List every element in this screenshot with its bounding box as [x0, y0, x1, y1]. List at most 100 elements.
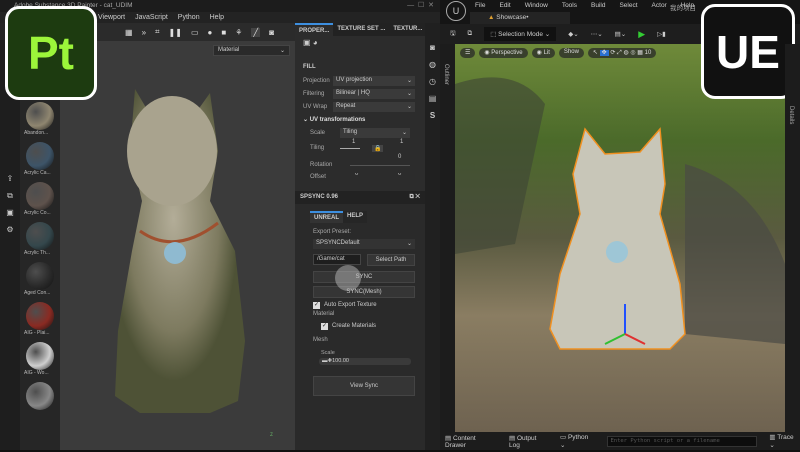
material-thumbnail[interactable]: [26, 342, 54, 370]
tab-help[interactable]: HELP: [343, 211, 368, 223]
outliner-tab[interactable]: Outliner: [443, 64, 449, 85]
perspective-button[interactable]: ◉ Perspective: [479, 48, 528, 58]
projection-dropdown[interactable]: UV projection ⌄: [333, 75, 415, 86]
grid-icon[interactable]: ▦: [125, 28, 133, 37]
filtering-dropdown[interactable]: Bilinear | HQ ⌄: [333, 88, 415, 99]
forward-icon[interactable]: »: [142, 28, 146, 37]
sync-mesh-button[interactable]: SYNC(Mesh): [313, 286, 415, 298]
material-thumbnail[interactable]: [26, 382, 54, 410]
cat-model: z: [115, 89, 273, 438]
path-input[interactable]: /Game/cat: [313, 254, 361, 265]
save-icon[interactable]: 🖫: [450, 29, 456, 40]
fill-icons[interactable]: ▣ ◕: [295, 36, 425, 50]
viewport-menu-icon[interactable]: ☰: [460, 48, 476, 58]
material-thumbnail[interactable]: [26, 262, 54, 290]
tab-texture-set[interactable]: TEXTURE SET ...: [333, 23, 389, 36]
sphere-icon[interactable]: ●: [208, 28, 213, 37]
right-panel-strip: ◙ ◍ ◷ ▤ S: [425, 23, 440, 450]
content-drawer-button[interactable]: ▤ Content Drawer: [445, 434, 497, 449]
lit-button[interactable]: ◉ Lit: [531, 48, 555, 58]
python-dropdown[interactable]: ▭ Python ⌄: [560, 433, 594, 449]
menu-viewport[interactable]: Viewport: [98, 14, 125, 23]
cat-actor: [455, 77, 785, 350]
play-button[interactable]: ▶: [638, 29, 645, 40]
log-icon[interactable]: ▤: [429, 94, 437, 103]
level-tab[interactable]: ▲ Showcase•: [470, 12, 570, 24]
ue-menu-window[interactable]: Window: [525, 2, 548, 12]
camera-icon[interactable]: ■: [221, 28, 226, 37]
auto-export-checkbox[interactable]: ✓ Auto Export Texture: [313, 302, 425, 309]
tab-texture[interactable]: TEXTUR...: [389, 23, 426, 36]
grid-size[interactable]: 10: [645, 50, 652, 56]
globe-icon[interactable]: ◍: [429, 60, 436, 69]
rotation-slider[interactable]: [350, 164, 410, 166]
transform-tools[interactable]: ↖ ✥ ⟳ ⤢ ◍ ◎ ▦ 10: [587, 48, 657, 58]
show-button[interactable]: Show: [558, 48, 584, 58]
blueprint-icon[interactable]: ⋯⌄: [591, 30, 603, 38]
ue-menu-edit[interactable]: Edit: [499, 2, 510, 12]
cinematics-icon[interactable]: ▤⌄: [615, 30, 627, 38]
python-command-input[interactable]: Enter Python script or a filename: [606, 435, 758, 447]
uv-wrap-dropdown[interactable]: Repeat ⌄: [333, 101, 415, 112]
ue-menu-file[interactable]: File: [475, 2, 485, 12]
material-thumbnail[interactable]: [26, 142, 54, 170]
display-icon[interactable]: ▣: [0, 204, 20, 221]
ue-menu-build[interactable]: Build: [591, 2, 605, 12]
lock-icon[interactable]: 🔒: [372, 144, 384, 152]
bake-icon[interactable]: ⚘: [235, 28, 242, 37]
spsync-title: SPSYNC 0.96: [300, 194, 339, 200]
export-icon[interactable]: ⇪: [0, 170, 20, 187]
ue-menu-tools[interactable]: Tools: [562, 2, 577, 12]
add-actor-icon[interactable]: ◆⌄: [568, 30, 578, 38]
menu-help[interactable]: Help: [210, 14, 224, 23]
output-log-button[interactable]: ▤ Output Log: [509, 434, 548, 449]
display-settings-icon[interactable]: ◙: [430, 43, 435, 52]
create-materials-checkbox[interactable]: ✓ Create Materials: [321, 323, 425, 330]
uv-transformations-header[interactable]: ⌄ UV transformations: [295, 113, 425, 126]
settings-icon[interactable]: ⚙: [0, 221, 20, 238]
history-icon[interactable]: ◷: [429, 77, 436, 86]
tab-unreal[interactable]: UNREAL: [310, 211, 343, 223]
frame-icon[interactable]: ▭: [191, 28, 199, 37]
outliner-strip[interactable]: Outliner: [440, 44, 455, 432]
viewport-mode-dropdown[interactable]: Material ⌄: [213, 45, 290, 56]
select-path-button[interactable]: Select Path: [367, 254, 415, 266]
projection-label: Projection: [303, 77, 330, 84]
mesh-scale-slider[interactable]: ▬✚100.00: [319, 358, 411, 365]
step-icon[interactable]: ▷▮: [657, 30, 666, 38]
ue-viewport[interactable]: ☰ ◉ Perspective ◉ Lit Show ↖ ✥ ⟳ ⤢ ◍ ◎ ▦…: [455, 44, 785, 432]
sync-button[interactable]: SYNC: [313, 271, 415, 283]
crop-icon[interactable]: ⌗: [155, 27, 160, 37]
trace-dropdown[interactable]: ▥ Trace ⌄: [769, 433, 800, 449]
material-thumbnail[interactable]: [26, 222, 54, 250]
spsync-icon[interactable]: S: [430, 111, 435, 120]
unreal-logo: UE: [701, 4, 795, 99]
properties-panel: PROPER... TEXTURE SET ... TEXTUR... ▣ ◕ …: [295, 23, 425, 191]
material-thumbnail[interactable]: [26, 182, 54, 210]
selection-mode-dropdown[interactable]: ⬚ Selection Mode ⌄: [484, 27, 557, 41]
view-sync-button[interactable]: View Sync: [313, 376, 415, 396]
painter-viewport[interactable]: z: [60, 41, 295, 450]
menu-javascript[interactable]: JavaScript: [135, 14, 168, 23]
brush-icon[interactable]: ╱: [251, 27, 261, 37]
ue-menu-select[interactable]: Select: [619, 2, 637, 12]
viewport-toolbar: ▦ » ⌗ ❚❚ ▭ ● ■ ⚘ ╱ ◙: [95, 23, 295, 41]
tab-properties[interactable]: PROPER...: [295, 23, 334, 36]
material-thumbnail[interactable]: [26, 302, 54, 330]
export-preset-dropdown[interactable]: SPSYNCDefault ⌄: [313, 239, 415, 249]
window-controls[interactable]: — ☐ ✕: [407, 1, 434, 9]
source-control-icon[interactable]: ⧉: [468, 30, 473, 38]
layers-icon[interactable]: ⧉: [0, 187, 20, 204]
pause-icon[interactable]: ❚❚: [169, 28, 182, 37]
ue-menu-actor[interactable]: Actor: [652, 2, 667, 12]
details-strip[interactable]: Details: [785, 44, 800, 432]
level-icon: ▲: [488, 14, 495, 21]
details-tab[interactable]: Details: [788, 106, 794, 124]
panel-close-icon[interactable]: ⧉ ✕: [409, 194, 420, 201]
tiling-slider[interactable]: [340, 147, 360, 149]
menu-python[interactable]: Python: [178, 14, 200, 23]
screenshot-icon[interactable]: ◙: [269, 28, 274, 37]
scale-dropdown[interactable]: Tiling ⌄: [340, 127, 410, 138]
material-thumbnail[interactable]: [26, 102, 54, 130]
ue-status-bar: ▤ Content Drawer ▤ Output Log ▭ Python ⌄…: [440, 432, 800, 450]
